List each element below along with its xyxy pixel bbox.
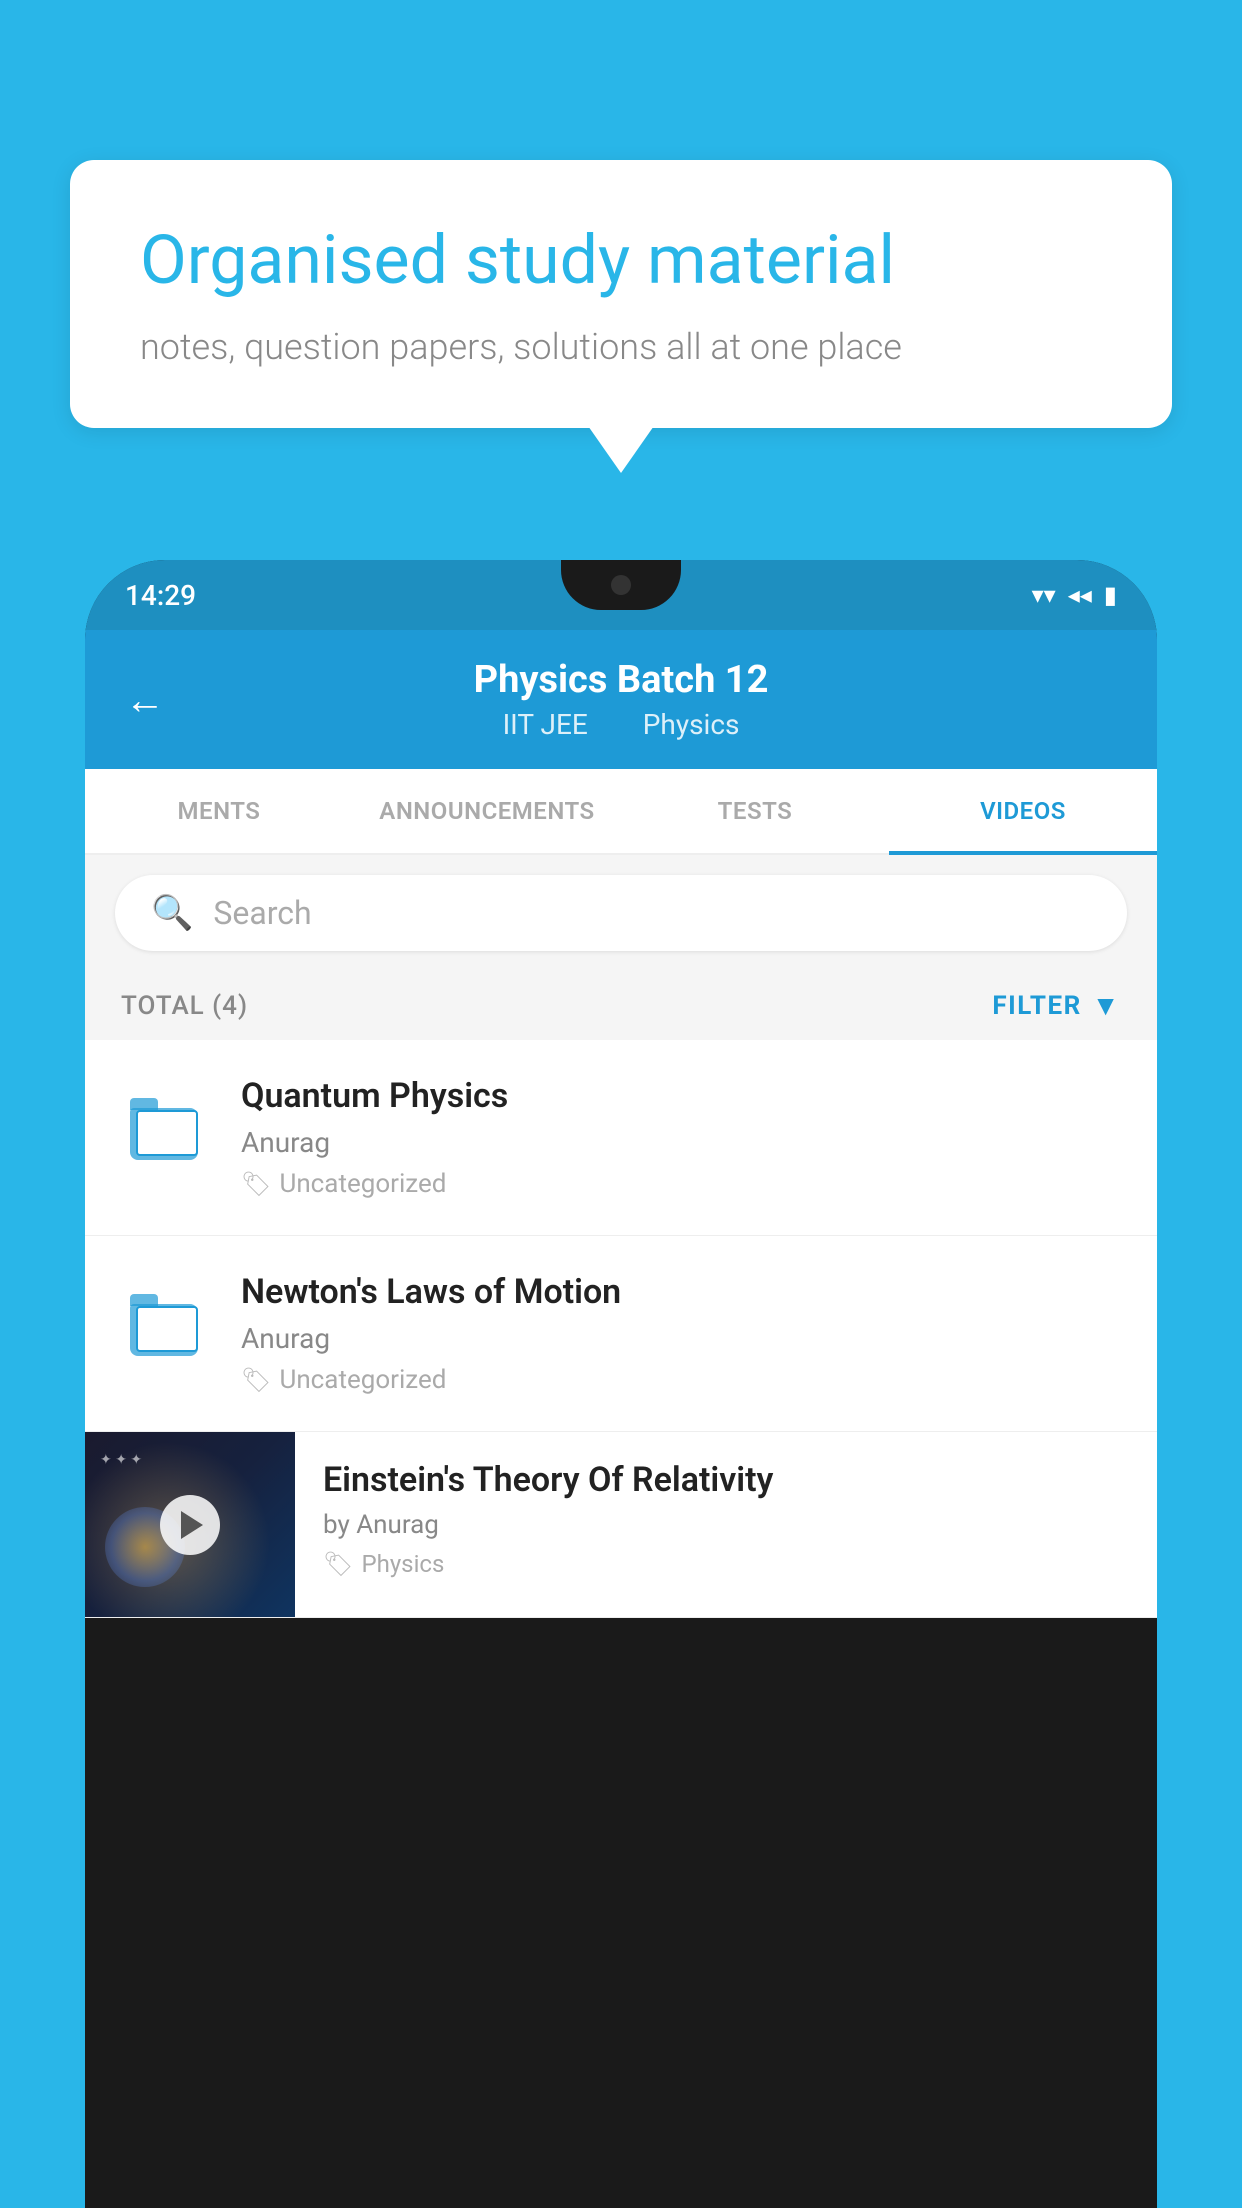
video-info-2: Newton's Laws of Motion Anurag 🏷 Uncateg… xyxy=(241,1272,1121,1395)
video-thumbnail: ✦ ✦ ✦ xyxy=(85,1432,295,1617)
play-button[interactable] xyxy=(160,1495,220,1555)
app-header: ← Physics Batch 12 IIT JEE Physics xyxy=(85,630,1157,769)
tag-icon: 🏷 xyxy=(323,1550,353,1578)
subtitle-left: IIT JEE xyxy=(503,708,588,741)
status-time: 14:29 xyxy=(125,579,196,612)
video-author: Anurag xyxy=(241,1126,1121,1159)
status-bar: 14:29 ▾▾ ◂◂ ▮ xyxy=(85,560,1157,630)
total-count: TOTAL (4) xyxy=(121,991,248,1021)
video-info-3: Einstein's Theory Of Relativity by Anura… xyxy=(295,1432,1157,1606)
play-triangle xyxy=(181,1511,203,1539)
speech-bubble-container: Organised study material notes, question… xyxy=(70,160,1172,428)
tab-videos[interactable]: VIDEOS xyxy=(889,769,1157,853)
search-icon: 🔍 xyxy=(151,893,193,933)
list-item[interactable]: Newton's Laws of Motion Anurag 🏷 Uncateg… xyxy=(85,1236,1157,1432)
filter-button[interactable]: FILTER ▼ xyxy=(992,989,1121,1022)
video-tag: 🏷 Uncategorized xyxy=(241,1169,1121,1199)
video-info-1: Quantum Physics Anurag 🏷 Uncategorized xyxy=(241,1076,1121,1199)
search-placeholder: Search xyxy=(213,894,311,932)
battery-icon: ▮ xyxy=(1104,581,1117,609)
page-title: Physics Batch 12 xyxy=(125,658,1117,702)
list-item[interactable]: ✦ ✦ ✦ Einstein's Theory Of Relativity by… xyxy=(85,1432,1157,1618)
tag-icon: 🏷 xyxy=(241,1366,271,1394)
folder-icon xyxy=(130,1098,202,1160)
list-item[interactable]: Quantum Physics Anurag 🏷 Uncategorized xyxy=(85,1040,1157,1236)
tag-label: Physics xyxy=(361,1550,444,1578)
video-title: Newton's Laws of Motion xyxy=(241,1272,1121,1312)
status-icons: ▾▾ ◂◂ ▮ xyxy=(1032,581,1117,609)
tab-bar: MENTS ANNOUNCEMENTS TESTS VIDEOS xyxy=(85,769,1157,855)
folder-icon-container xyxy=(121,1084,211,1174)
search-input-wrapper[interactable]: 🔍 Search xyxy=(115,875,1127,951)
speech-bubble-heading: Organised study material xyxy=(140,220,1102,302)
video-author: by Anurag xyxy=(323,1510,1129,1540)
videos-list: Quantum Physics Anurag 🏷 Uncategorized N… xyxy=(85,1040,1157,1618)
tag-icon: 🏷 xyxy=(241,1170,271,1198)
page-subtitle: IIT JEE Physics xyxy=(125,708,1117,741)
notch xyxy=(561,560,681,610)
speech-bubble-subtext: notes, question papers, solutions all at… xyxy=(140,326,1102,368)
tab-ments[interactable]: MENTS xyxy=(85,769,353,853)
total-filter-row: TOTAL (4) FILTER ▼ xyxy=(85,971,1157,1040)
video-tag: 🏷 Physics xyxy=(323,1550,1129,1578)
folder-icon-container-2 xyxy=(121,1280,211,1370)
video-title: Einstein's Theory Of Relativity xyxy=(323,1460,1129,1500)
video-title: Quantum Physics xyxy=(241,1076,1121,1116)
subtitle-right: Physics xyxy=(643,708,740,741)
stars-decoration: ✦ ✦ ✦ xyxy=(100,1452,142,1468)
filter-icon: ▼ xyxy=(1092,989,1121,1022)
video-tag: 🏷 Uncategorized xyxy=(241,1365,1121,1395)
wifi-icon: ▾▾ xyxy=(1032,581,1056,609)
video-author: Anurag xyxy=(241,1322,1121,1355)
folder-icon-2 xyxy=(130,1294,202,1356)
phone-frame: 14:29 ▾▾ ◂◂ ▮ ← Physics Batch 12 IIT JEE… xyxy=(85,560,1157,2208)
tab-tests[interactable]: TESTS xyxy=(621,769,889,853)
tag-label: Uncategorized xyxy=(279,1169,446,1199)
filter-label: FILTER xyxy=(992,991,1081,1021)
back-button[interactable]: ← xyxy=(125,676,165,723)
speech-bubble: Organised study material notes, question… xyxy=(70,160,1172,428)
search-bar-container: 🔍 Search xyxy=(85,855,1157,971)
tag-label: Uncategorized xyxy=(279,1365,446,1395)
camera-dot xyxy=(611,575,631,595)
tab-announcements[interactable]: ANNOUNCEMENTS xyxy=(353,769,621,853)
signal-icon: ◂◂ xyxy=(1068,581,1092,609)
